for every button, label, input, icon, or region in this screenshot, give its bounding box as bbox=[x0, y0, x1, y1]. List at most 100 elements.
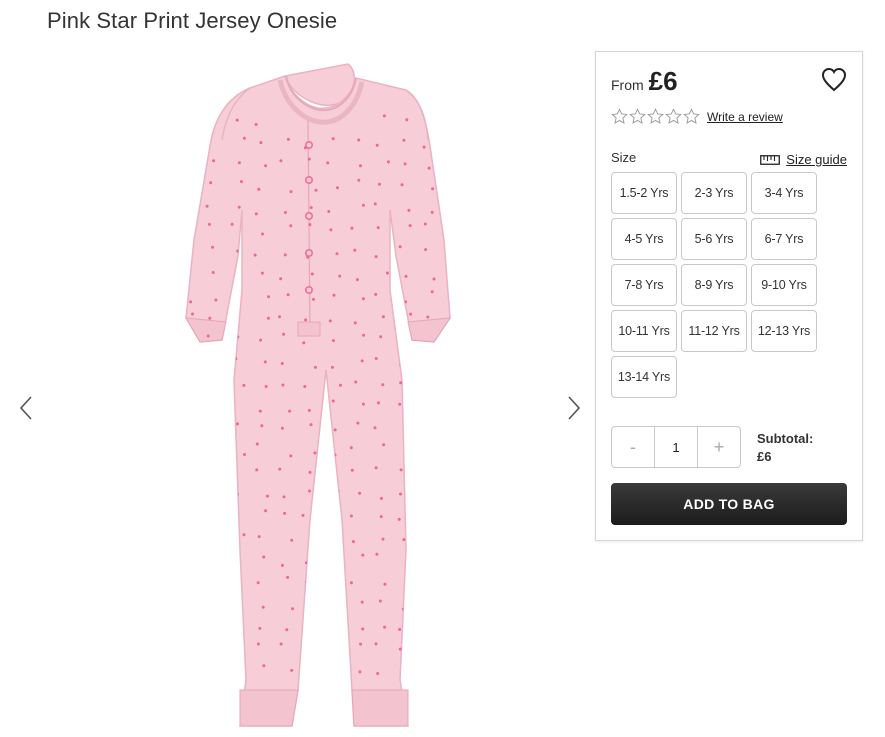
print-dot bbox=[426, 646, 430, 650]
add-to-bag-button[interactable]: ADD TO BAG bbox=[611, 483, 847, 525]
print-dot bbox=[405, 118, 409, 122]
size-option[interactable]: 13-14 Yrs bbox=[611, 356, 677, 398]
size-option[interactable]: 11-12 Yrs bbox=[681, 310, 747, 352]
print-dot bbox=[210, 378, 213, 382]
print-dot bbox=[376, 226, 380, 230]
print-dot bbox=[313, 365, 317, 369]
quantity-input[interactable] bbox=[654, 427, 698, 467]
print-dot bbox=[410, 578, 414, 582]
print-dot bbox=[373, 202, 377, 206]
print-dot bbox=[262, 664, 266, 668]
print-dot bbox=[256, 642, 260, 646]
size-option[interactable]: 2-3 Yrs bbox=[681, 172, 747, 214]
print-dot bbox=[379, 335, 383, 339]
print-dot bbox=[361, 297, 365, 301]
print-dot bbox=[194, 339, 197, 343]
size-option[interactable]: 12-13 Yrs bbox=[751, 310, 817, 352]
print-dot bbox=[242, 383, 246, 387]
quantity-decrease-button[interactable]: - bbox=[612, 427, 654, 467]
print-dot bbox=[403, 162, 407, 166]
print-dot bbox=[357, 138, 361, 142]
print-dot bbox=[257, 187, 261, 191]
print-dot bbox=[357, 178, 361, 182]
print-dot bbox=[310, 272, 314, 276]
print-dot bbox=[193, 354, 197, 358]
print-dot bbox=[254, 212, 258, 216]
print-dot bbox=[211, 245, 215, 249]
next-image-button[interactable] bbox=[562, 390, 586, 426]
print-dot bbox=[191, 596, 195, 600]
previous-image-button[interactable] bbox=[14, 390, 38, 426]
print-dot bbox=[254, 123, 258, 126]
print-dot bbox=[332, 475, 336, 479]
size-option[interactable]: 3-4 Yrs bbox=[751, 172, 817, 214]
print-dot bbox=[188, 404, 192, 408]
print-dot bbox=[313, 535, 317, 539]
print-dot bbox=[235, 668, 239, 672]
print-dot bbox=[374, 292, 378, 296]
size-option[interactable]: 9-10 Yrs bbox=[751, 264, 817, 306]
print-dot bbox=[280, 563, 284, 567]
print-dot bbox=[186, 167, 188, 171]
print-dot bbox=[350, 468, 354, 472]
print-dot bbox=[264, 509, 268, 513]
print-dot bbox=[422, 145, 426, 149]
print-dot bbox=[280, 426, 284, 430]
print-dot bbox=[381, 383, 385, 387]
size-option[interactable]: 4-5 Yrs bbox=[611, 218, 677, 260]
print-dot bbox=[194, 146, 198, 150]
print-dot bbox=[334, 600, 338, 604]
print-dot bbox=[383, 582, 387, 586]
print-dot bbox=[290, 668, 294, 672]
print-dot bbox=[308, 223, 312, 227]
print-dot bbox=[281, 383, 285, 387]
print-dot bbox=[433, 582, 437, 586]
wishlist-button[interactable] bbox=[820, 66, 848, 94]
size-options: 1.5-2 Yrs 2-3 Yrs 3-4 Yrs 4-5 Yrs 5-6 Yr… bbox=[611, 172, 817, 398]
size-guide-link[interactable]: Size guide bbox=[760, 152, 847, 167]
print-dot bbox=[207, 600, 211, 604]
print-dot bbox=[305, 668, 308, 672]
size-option[interactable]: 1.5-2 Yrs bbox=[611, 172, 677, 214]
print-dot bbox=[307, 408, 311, 412]
print-dot bbox=[335, 512, 339, 516]
print-dot bbox=[186, 553, 190, 557]
quantity-increase-button[interactable]: + bbox=[698, 427, 740, 467]
print-dot bbox=[192, 516, 196, 520]
size-option[interactable]: 10-11 Yrs bbox=[611, 310, 677, 352]
print-dot bbox=[258, 409, 262, 413]
print-dot bbox=[402, 138, 406, 142]
print-dot bbox=[398, 245, 402, 249]
print-dot bbox=[433, 385, 437, 389]
print-dot bbox=[192, 531, 196, 535]
print-dot bbox=[278, 467, 282, 471]
print-dot bbox=[186, 380, 189, 384]
print-dot bbox=[256, 581, 260, 585]
size-option[interactable]: 6-7 Yrs bbox=[751, 218, 817, 260]
print-dot bbox=[286, 575, 290, 579]
print-dot bbox=[330, 365, 334, 369]
print-dot bbox=[399, 468, 403, 472]
print-dot bbox=[430, 210, 434, 214]
print-dot bbox=[219, 540, 222, 544]
print-dot bbox=[266, 494, 269, 498]
print-dot bbox=[282, 495, 286, 499]
print-dot bbox=[301, 513, 305, 517]
print-dot bbox=[339, 383, 342, 387]
size-option[interactable]: 7-8 Yrs bbox=[611, 264, 677, 306]
size-option[interactable]: 5-6 Yrs bbox=[681, 218, 747, 260]
print-dot bbox=[349, 581, 353, 585]
write-review-link[interactable]: Write a review bbox=[707, 110, 783, 124]
chevron-right-icon bbox=[568, 396, 581, 420]
print-dot bbox=[278, 315, 281, 319]
print-dot bbox=[379, 496, 383, 500]
print-dot bbox=[260, 424, 264, 428]
page-title: Pink Star Print Jersey Onesie bbox=[47, 8, 338, 33]
print-dot bbox=[403, 420, 407, 424]
print-dot bbox=[362, 333, 366, 337]
print-dot bbox=[360, 359, 364, 363]
print-dot bbox=[426, 315, 430, 319]
size-option[interactable]: 8-9 Yrs bbox=[681, 264, 747, 306]
print-dot bbox=[289, 190, 293, 194]
print-dot bbox=[382, 114, 386, 118]
